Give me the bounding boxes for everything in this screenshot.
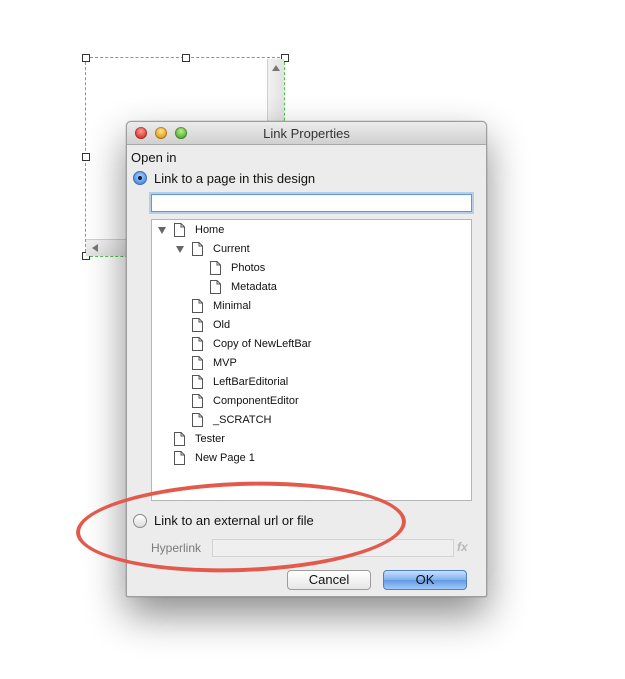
resize-handle-middle-left[interactable] — [82, 153, 90, 161]
tree-item-scratch[interactable]: _SCRATCH — [152, 411, 471, 430]
tree-item-mvp[interactable]: MVP — [152, 354, 471, 373]
page-icon — [210, 261, 221, 275]
tree-item-label: Old — [213, 319, 231, 331]
tree-item-home[interactable]: Home — [152, 221, 471, 240]
disclosure-triangle-icon[interactable] — [176, 246, 184, 253]
tree-item-leftbareditorial[interactable]: LeftBarEditorial — [152, 373, 471, 392]
page-icon — [174, 451, 185, 465]
page-icon — [192, 356, 203, 370]
page-icon — [174, 432, 185, 446]
page-icon — [192, 318, 203, 332]
page-icon — [192, 375, 203, 389]
tree-item-label: Photos — [231, 262, 266, 274]
tree-item-label: MVP — [213, 357, 237, 369]
page-icon — [192, 413, 203, 427]
resize-handle-top-center[interactable] — [182, 54, 190, 62]
page-icon — [192, 337, 203, 351]
tree-item-label: Copy of NewLeftBar — [213, 338, 312, 350]
cancel-button[interactable]: Cancel — [287, 570, 371, 590]
dialog-title: Link Properties — [263, 126, 350, 141]
tree-item-label: ComponentEditor — [213, 395, 299, 407]
tree-item-label: Tester — [195, 433, 225, 445]
tree-item-minimal[interactable]: Minimal — [152, 297, 471, 316]
page-filter-input[interactable] — [151, 194, 472, 212]
tree-item-label: Home — [195, 224, 225, 236]
tree-item-label: Current — [213, 243, 250, 255]
tree-item-tester[interactable]: Tester — [152, 430, 471, 449]
tree-item-label: _SCRATCH — [213, 414, 272, 426]
tree-item-old[interactable]: Old — [152, 316, 471, 335]
page-icon — [174, 223, 185, 237]
tree-item-label: Minimal — [213, 300, 251, 312]
page-tree[interactable]: Home Current Photos Metadata Minimal Old… — [151, 219, 472, 501]
tree-item-current[interactable]: Current — [152, 240, 471, 259]
link-to-page-label[interactable]: Link to a page in this design — [154, 171, 315, 186]
page-icon — [192, 394, 203, 408]
tree-item-label: Metadata — [231, 281, 277, 293]
page-icon — [210, 280, 221, 294]
tree-item-metadata[interactable]: Metadata — [152, 278, 471, 297]
tree-item-copy-of-newleftbar[interactable]: Copy of NewLeftBar — [152, 335, 471, 354]
resize-handle-top-left[interactable] — [82, 54, 90, 62]
dialog-titlebar[interactable]: Link Properties — [127, 122, 486, 145]
tree-item-label: New Page 1 — [195, 452, 255, 464]
tree-item-label: LeftBarEditorial — [213, 376, 289, 388]
page-icon — [192, 242, 203, 256]
scroll-up-arrow-icon[interactable] — [272, 65, 280, 71]
tree-item-new-page-1[interactable]: New Page 1 — [152, 449, 471, 468]
tree-item-componenteditor[interactable]: ComponentEditor — [152, 392, 471, 411]
disclosure-triangle-icon[interactable] — [158, 227, 166, 234]
ok-button[interactable]: OK — [383, 570, 467, 590]
link-to-page-radio[interactable] — [133, 171, 147, 185]
scroll-left-arrow-icon[interactable] — [92, 244, 98, 252]
page-icon — [192, 299, 203, 313]
open-in-label: Open in — [131, 150, 177, 165]
radio-selected-dot — [138, 176, 142, 180]
fx-icon[interactable]: fx — [457, 540, 468, 554]
tree-item-photos[interactable]: Photos — [152, 259, 471, 278]
